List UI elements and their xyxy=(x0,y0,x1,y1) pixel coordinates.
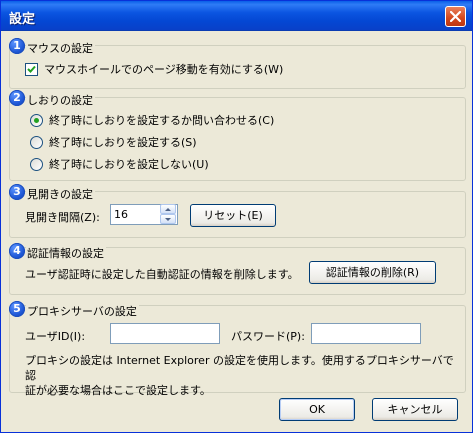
title-bar[interactable]: 設定 xyxy=(1,1,472,31)
spin-down-button[interactable] xyxy=(160,214,176,224)
radio-label: 終了時にしおりを設定しない(U) xyxy=(49,158,209,171)
mouse-wheel-label: マウスホイールでのページ移動を有効にする(W) xyxy=(44,63,284,76)
auth-description: ユーザ認証時に設定した自動認証の情報を削除します。 xyxy=(25,268,299,281)
userid-input[interactable] xyxy=(110,323,220,344)
userid-label: ユーザID(I): xyxy=(25,330,86,343)
bookmark-option-always[interactable]: 終了時にしおりを設定する(S) xyxy=(30,134,197,150)
check-icon xyxy=(27,65,36,73)
reset-button[interactable]: リセット(E) xyxy=(190,204,276,227)
section-number-badge: 3 xyxy=(9,184,25,200)
bookmark-always-radio[interactable] xyxy=(30,135,43,149)
mouse-wheel-checkbox[interactable] xyxy=(25,62,38,76)
radio-label: 終了時にしおりを設定するか問い合わせる(C) xyxy=(49,114,275,127)
section-title: 見開きの設定 xyxy=(26,186,95,202)
spin-up-button[interactable] xyxy=(160,204,176,214)
bookmark-never-radio[interactable] xyxy=(30,157,43,171)
spread-interval-spinner[interactable] xyxy=(160,204,176,225)
close-icon xyxy=(450,11,461,22)
section-number-badge: 4 xyxy=(9,243,25,259)
section-title: マウスの設定 xyxy=(26,40,95,56)
bookmark-option-ask[interactable]: 終了時にしおりを設定するか問い合わせる(C) xyxy=(30,112,274,128)
auth-settings-section: 4 認証情報の設定 ユーザ認証時に設定した自動認証の情報を削除します。 認証情報… xyxy=(9,239,466,295)
delete-auth-button[interactable]: 認証情報の削除(R) xyxy=(309,261,436,284)
spin-up-icon xyxy=(165,208,171,211)
proxy-note: プロキシの設定は Internet Explorer の設定を使用します。使用す… xyxy=(25,353,460,398)
cancel-button[interactable]: キャンセル xyxy=(372,398,458,421)
proxy-note-line: プロキシの設定は Internet Explorer の設定を使用します。使用す… xyxy=(25,354,454,382)
proxy-settings-section: 5 プロキシサーバの設定 ユーザID(I): パスワード(P): プロキシの設定… xyxy=(9,297,466,397)
section-title: 認証情報の設定 xyxy=(26,245,106,261)
ok-button[interactable]: OK xyxy=(279,398,355,421)
section-title: プロキシサーバの設定 xyxy=(26,303,139,319)
bookmark-settings-section: 2 しおりの設定 終了時にしおりを設定するか問い合わせる(C) 終了時にしおりを… xyxy=(9,89,466,181)
section-number-badge: 1 xyxy=(9,38,25,54)
settings-dialog: 設定 1 マウスの設定 マウスホイールでのページ移動を有効にする(W) 2 しお… xyxy=(0,0,473,433)
window-title: 設定 xyxy=(9,12,36,27)
password-label: パスワード(P): xyxy=(231,330,305,343)
close-button[interactable] xyxy=(445,6,466,27)
spread-settings-section: 3 見開きの設定 見開き間隔(Z): 16 リセット(E) xyxy=(9,183,466,239)
mouse-wheel-option[interactable]: マウスホイールでのページ移動を有効にする(W) xyxy=(25,61,283,77)
radio-label: 終了時にしおりを設定する(S) xyxy=(49,136,197,149)
bookmark-ask-radio[interactable] xyxy=(30,113,43,127)
mouse-settings-section: 1 マウスの設定 マウスホイールでのページ移動を有効にする(W) xyxy=(9,37,466,89)
section-title: しおりの設定 xyxy=(26,92,95,108)
section-number-badge: 5 xyxy=(9,301,25,317)
password-input[interactable] xyxy=(311,323,421,344)
bookmark-option-never[interactable]: 終了時にしおりを設定しない(U) xyxy=(30,156,209,172)
spin-down-icon xyxy=(165,218,171,221)
spread-interval-label: 見開き間隔(Z): xyxy=(25,211,100,224)
section-number-badge: 2 xyxy=(9,90,25,106)
proxy-note-line: 証が必要な場合はここで設定します。 xyxy=(25,384,211,397)
